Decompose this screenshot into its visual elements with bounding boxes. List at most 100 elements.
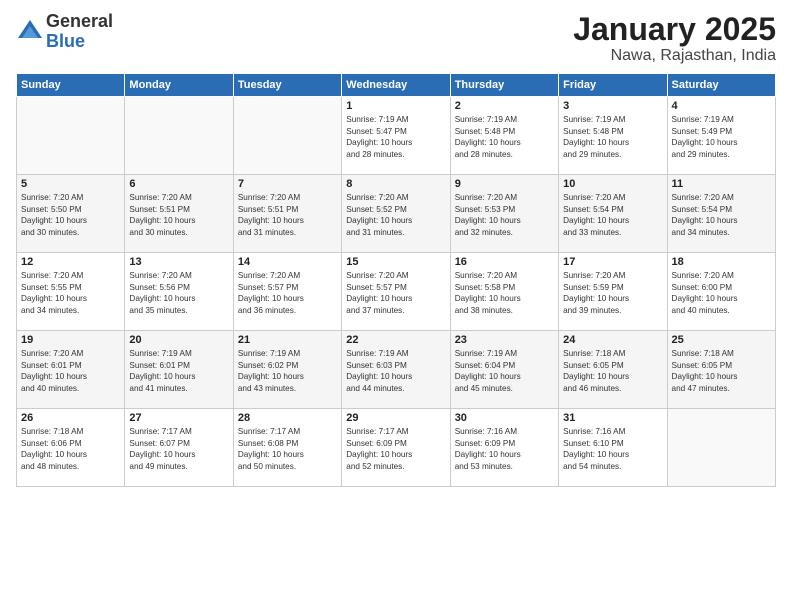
day-number: 4 — [672, 100, 771, 112]
day-info: Sunrise: 7:19 AM Sunset: 5:49 PM Dayligh… — [672, 114, 771, 160]
table-row: 5Sunrise: 7:20 AM Sunset: 5:50 PM Daylig… — [17, 175, 125, 253]
day-number: 24 — [563, 334, 662, 346]
page: General Blue January 2025 Nawa, Rajastha… — [0, 0, 792, 612]
logo-blue-text: Blue — [46, 32, 113, 52]
day-number: 8 — [346, 178, 445, 190]
day-info: Sunrise: 7:20 AM Sunset: 5:50 PM Dayligh… — [21, 192, 120, 238]
table-row: 12 Sunrise: 7:20 AM Sunset: 5:55 PM Dayli… — [17, 253, 125, 331]
day-info: Sunrise: 7:20 AM Sunset: 5:56 PM Dayligh… — [129, 270, 228, 316]
day-info: Sunrise: 7:17 AM Sunset: 6:09 PM Dayligh… — [346, 426, 445, 472]
day-number: 17 — [563, 256, 662, 268]
table-row: 28 Sunrise: 7:17 AM Sunset: 6:08 PM Dayli… — [233, 409, 341, 487]
table-row: 18 Sunrise: 7:20 AM Sunset: 6:00 PM Dayli… — [667, 253, 775, 331]
day-info: Sunrise: 7:20 AM Sunset: 5:57 PM Dayligh… — [346, 270, 445, 316]
header-tuesday: Tuesday — [233, 74, 341, 97]
table-row — [667, 409, 775, 487]
table-row: 17 Sunrise: 7:20 AM Sunset: 5:59 PM Dayli… — [559, 253, 667, 331]
table-row: 2Sunrise: 7:19 AM Sunset: 5:48 PM Daylig… — [450, 97, 558, 175]
table-row — [233, 97, 341, 175]
day-info: Sunrise: 7:18 AM Sunset: 6:05 PM Dayligh… — [672, 348, 771, 394]
header-row: Sunday Monday Tuesday Wednesday Thursday… — [17, 74, 776, 97]
table-row: 3Sunrise: 7:19 AM Sunset: 5:48 PM Daylig… — [559, 97, 667, 175]
day-number: 6 — [129, 178, 228, 190]
table-row: 4 Sunrise: 7:19 AM Sunset: 5:49 PM Daylig… — [667, 97, 775, 175]
table-row: 25 Sunrise: 7:18 AM Sunset: 6:05 PM Dayli… — [667, 331, 775, 409]
day-info: Sunrise: 7:18 AM Sunset: 6:05 PM Dayligh… — [563, 348, 662, 394]
day-number: 1 — [346, 100, 445, 112]
day-info: Sunrise: 7:18 AM Sunset: 6:06 PM Dayligh… — [21, 426, 120, 472]
day-number: 27 — [129, 412, 228, 424]
day-info: Sunrise: 7:20 AM Sunset: 5:57 PM Dayligh… — [238, 270, 337, 316]
day-number: 25 — [672, 334, 771, 346]
day-info: Sunrise: 7:20 AM Sunset: 5:51 PM Dayligh… — [129, 192, 228, 238]
table-row: 29 Sunrise: 7:17 AM Sunset: 6:09 PM Dayli… — [342, 409, 450, 487]
day-info: Sunrise: 7:20 AM Sunset: 5:55 PM Dayligh… — [21, 270, 120, 316]
table-row — [17, 97, 125, 175]
day-info: Sunrise: 7:20 AM Sunset: 5:54 PM Dayligh… — [672, 192, 771, 238]
table-row: 24 Sunrise: 7:18 AM Sunset: 6:05 PM Dayli… — [559, 331, 667, 409]
logo-icon — [16, 18, 44, 46]
table-row: 23Sunrise: 7:19 AM Sunset: 6:04 PM Dayli… — [450, 331, 558, 409]
day-info: Sunrise: 7:19 AM Sunset: 6:01 PM Dayligh… — [129, 348, 228, 394]
table-row — [125, 97, 233, 175]
day-info: Sunrise: 7:20 AM Sunset: 5:59 PM Dayligh… — [563, 270, 662, 316]
table-row: 20 Sunrise: 7:19 AM Sunset: 6:01 PM Dayli… — [125, 331, 233, 409]
day-info: Sunrise: 7:17 AM Sunset: 6:08 PM Dayligh… — [238, 426, 337, 472]
table-row: 11 Sunrise: 7:20 AM Sunset: 5:54 PM Dayli… — [667, 175, 775, 253]
day-info: Sunrise: 7:19 AM Sunset: 5:48 PM Dayligh… — [563, 114, 662, 160]
day-number: 12 — [21, 256, 120, 268]
table-row: 31 Sunrise: 7:16 AM Sunset: 6:10 PM Dayli… — [559, 409, 667, 487]
table-row: 14 Sunrise: 7:20 AM Sunset: 5:57 PM Dayli… — [233, 253, 341, 331]
day-info: Sunrise: 7:19 AM Sunset: 6:02 PM Dayligh… — [238, 348, 337, 394]
day-number: 30 — [455, 412, 554, 424]
header-sunday: Sunday — [17, 74, 125, 97]
table-row: 22 Sunrise: 7:19 AM Sunset: 6:03 PM Dayli… — [342, 331, 450, 409]
day-info: Sunrise: 7:20 AM Sunset: 5:54 PM Dayligh… — [563, 192, 662, 238]
table-row: 8 Sunrise: 7:20 AM Sunset: 5:52 PM Daylig… — [342, 175, 450, 253]
table-row: 10 Sunrise: 7:20 AM Sunset: 5:54 PM Dayli… — [559, 175, 667, 253]
logo-general-text: General — [46, 12, 113, 32]
header-thursday: Thursday — [450, 74, 558, 97]
day-info: Sunrise: 7:20 AM Sunset: 5:51 PM Dayligh… — [238, 192, 337, 238]
day-number: 9 — [455, 178, 554, 190]
day-number: 22 — [346, 334, 445, 346]
table-row: 9 Sunrise: 7:20 AM Sunset: 5:53 PM Daylig… — [450, 175, 558, 253]
day-number: 19 — [21, 334, 120, 346]
table-row: 21 Sunrise: 7:19 AM Sunset: 6:02 PM Dayli… — [233, 331, 341, 409]
day-number: 29 — [346, 412, 445, 424]
table-row: 7Sunrise: 7:20 AM Sunset: 5:51 PM Daylig… — [233, 175, 341, 253]
day-number: 10 — [563, 178, 662, 190]
calendar-row: 26Sunrise: 7:18 AM Sunset: 6:06 PM Dayli… — [17, 409, 776, 487]
day-info: Sunrise: 7:19 AM Sunset: 5:47 PM Dayligh… — [346, 114, 445, 160]
calendar-header: Sunday Monday Tuesday Wednesday Thursday… — [17, 74, 776, 97]
day-info: Sunrise: 7:16 AM Sunset: 6:09 PM Dayligh… — [455, 426, 554, 472]
day-info: Sunrise: 7:20 AM Sunset: 5:52 PM Dayligh… — [346, 192, 445, 238]
day-number: 14 — [238, 256, 337, 268]
day-info: Sunrise: 7:19 AM Sunset: 5:48 PM Dayligh… — [455, 114, 554, 160]
day-info: Sunrise: 7:20 AM Sunset: 5:58 PM Dayligh… — [455, 270, 554, 316]
day-info: Sunrise: 7:20 AM Sunset: 5:53 PM Dayligh… — [455, 192, 554, 238]
day-number: 18 — [672, 256, 771, 268]
day-number: 11 — [672, 178, 771, 190]
table-row: 6 Sunrise: 7:20 AM Sunset: 5:51 PM Daylig… — [125, 175, 233, 253]
calendar-subtitle: Nawa, Rajasthan, India — [573, 47, 776, 65]
table-row: 16Sunrise: 7:20 AM Sunset: 5:58 PM Dayli… — [450, 253, 558, 331]
day-number: 21 — [238, 334, 337, 346]
title-block: January 2025 Nawa, Rajasthan, India — [573, 12, 776, 65]
day-number: 20 — [129, 334, 228, 346]
day-number: 28 — [238, 412, 337, 424]
calendar-row: 1 Sunrise: 7:19 AM Sunset: 5:47 PM Daylig… — [17, 97, 776, 175]
table-row: 26Sunrise: 7:18 AM Sunset: 6:06 PM Dayli… — [17, 409, 125, 487]
day-info: Sunrise: 7:19 AM Sunset: 6:03 PM Dayligh… — [346, 348, 445, 394]
calendar-title: January 2025 — [573, 12, 776, 47]
day-info: Sunrise: 7:16 AM Sunset: 6:10 PM Dayligh… — [563, 426, 662, 472]
logo: General Blue — [16, 12, 113, 52]
header-friday: Friday — [559, 74, 667, 97]
day-info: Sunrise: 7:20 AM Sunset: 6:00 PM Dayligh… — [672, 270, 771, 316]
table-row: 15Sunrise: 7:20 AM Sunset: 5:57 PM Dayli… — [342, 253, 450, 331]
table-row: 19 Sunrise: 7:20 AM Sunset: 6:01 PM Dayli… — [17, 331, 125, 409]
header-monday: Monday — [125, 74, 233, 97]
day-info: Sunrise: 7:20 AM Sunset: 6:01 PM Dayligh… — [21, 348, 120, 394]
logo-text: General Blue — [46, 12, 113, 52]
day-number: 31 — [563, 412, 662, 424]
